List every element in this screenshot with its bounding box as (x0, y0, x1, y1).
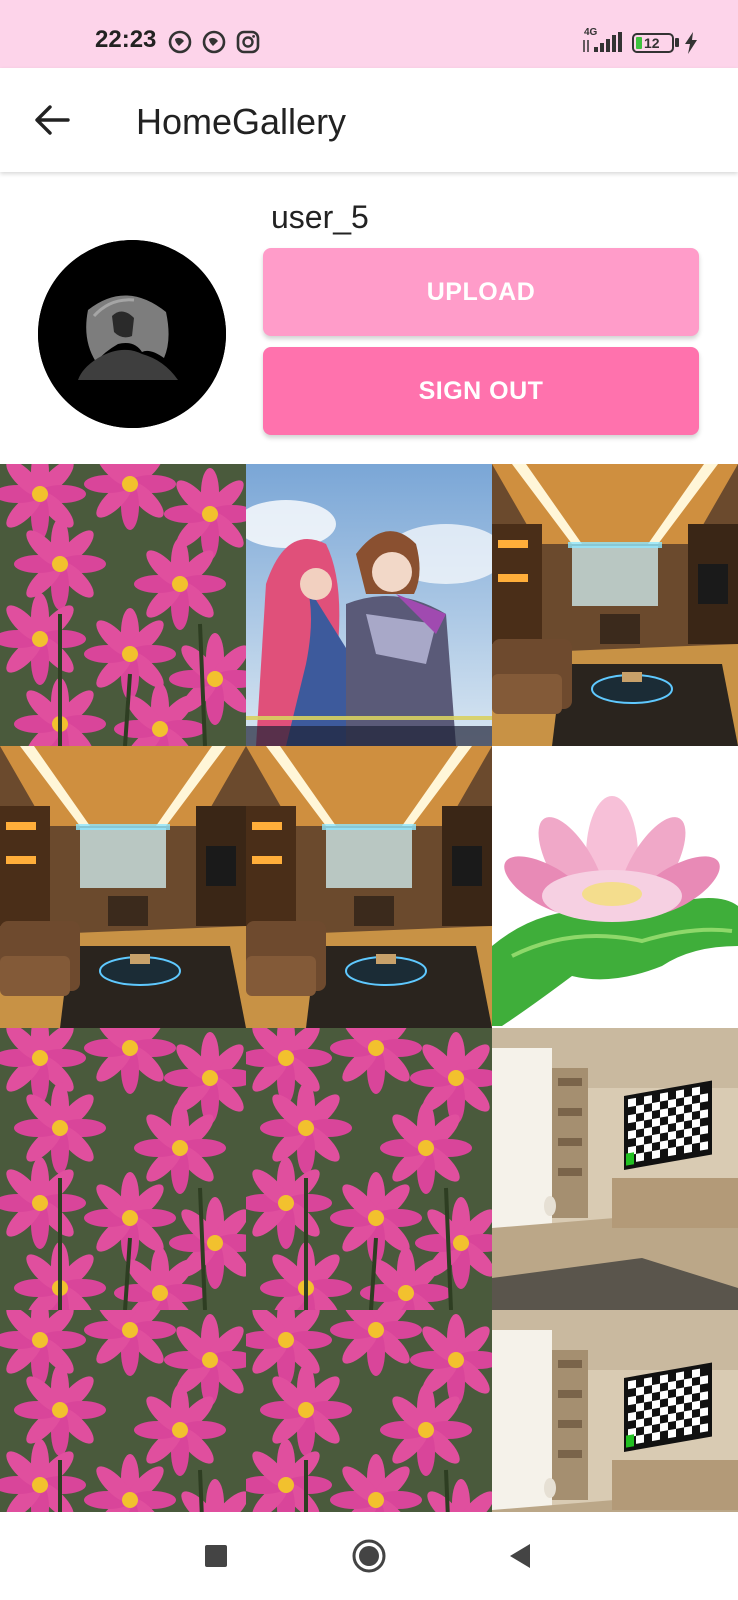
gallery-tile-room-with-tv[interactable] (492, 1028, 738, 1310)
battery-cap (675, 38, 679, 47)
app-bar: HomeGallery (0, 68, 738, 172)
gallery-tile-pink-flowers[interactable] (0, 464, 246, 746)
battery-icon: 12 (632, 33, 674, 53)
vpn-key-icon (202, 30, 226, 54)
avatar (38, 240, 226, 428)
gallery-tile-office-interior[interactable] (492, 464, 738, 746)
signal-icon (594, 32, 622, 52)
battery-level: 12 (644, 35, 660, 51)
data-arrows-icon (583, 40, 589, 52)
recents-square-icon (205, 1545, 227, 1567)
gallery-grid (0, 464, 738, 1512)
recents-button[interactable] (196, 1536, 236, 1576)
gallery-tile-pink-flowers[interactable] (246, 1028, 492, 1310)
sign-out-button[interactable]: SIGN OUT (263, 347, 699, 435)
instagram-icon (236, 30, 260, 54)
gallery-tile-pink-flowers[interactable] (246, 1310, 492, 1512)
username: user_5 (271, 199, 369, 235)
home-circle-icon (352, 1539, 386, 1573)
gallery-tile-room-with-tv[interactable] (492, 1310, 738, 1512)
gallery-tile-pink-lotus[interactable] (492, 746, 738, 1028)
back-button[interactable] (500, 1536, 540, 1576)
status-time: 22:23 (95, 26, 157, 53)
gallery-tile-office-interior[interactable] (246, 746, 492, 1028)
vpn-key-icon (168, 30, 192, 54)
battery-fill (636, 37, 642, 49)
upload-button[interactable]: UPLOAD (263, 248, 699, 336)
gallery-tile-pink-flowers[interactable] (0, 1028, 246, 1310)
gallery-tile-game-artwork[interactable] (246, 464, 492, 746)
gallery-tile-pink-flowers[interactable] (0, 1310, 246, 1512)
status-bar: 22:23 4G 12 (0, 0, 738, 68)
hooded-figure-avatar (38, 240, 226, 428)
gallery-tile-office-interior[interactable] (0, 746, 246, 1028)
page-title: HomeGallery (136, 101, 347, 142)
home-button[interactable] (349, 1536, 389, 1576)
arrow-left-icon[interactable] (28, 96, 76, 144)
back-triangle-icon (510, 1544, 530, 1568)
charging-icon (685, 32, 697, 54)
system-nav-bar (0, 1512, 738, 1600)
